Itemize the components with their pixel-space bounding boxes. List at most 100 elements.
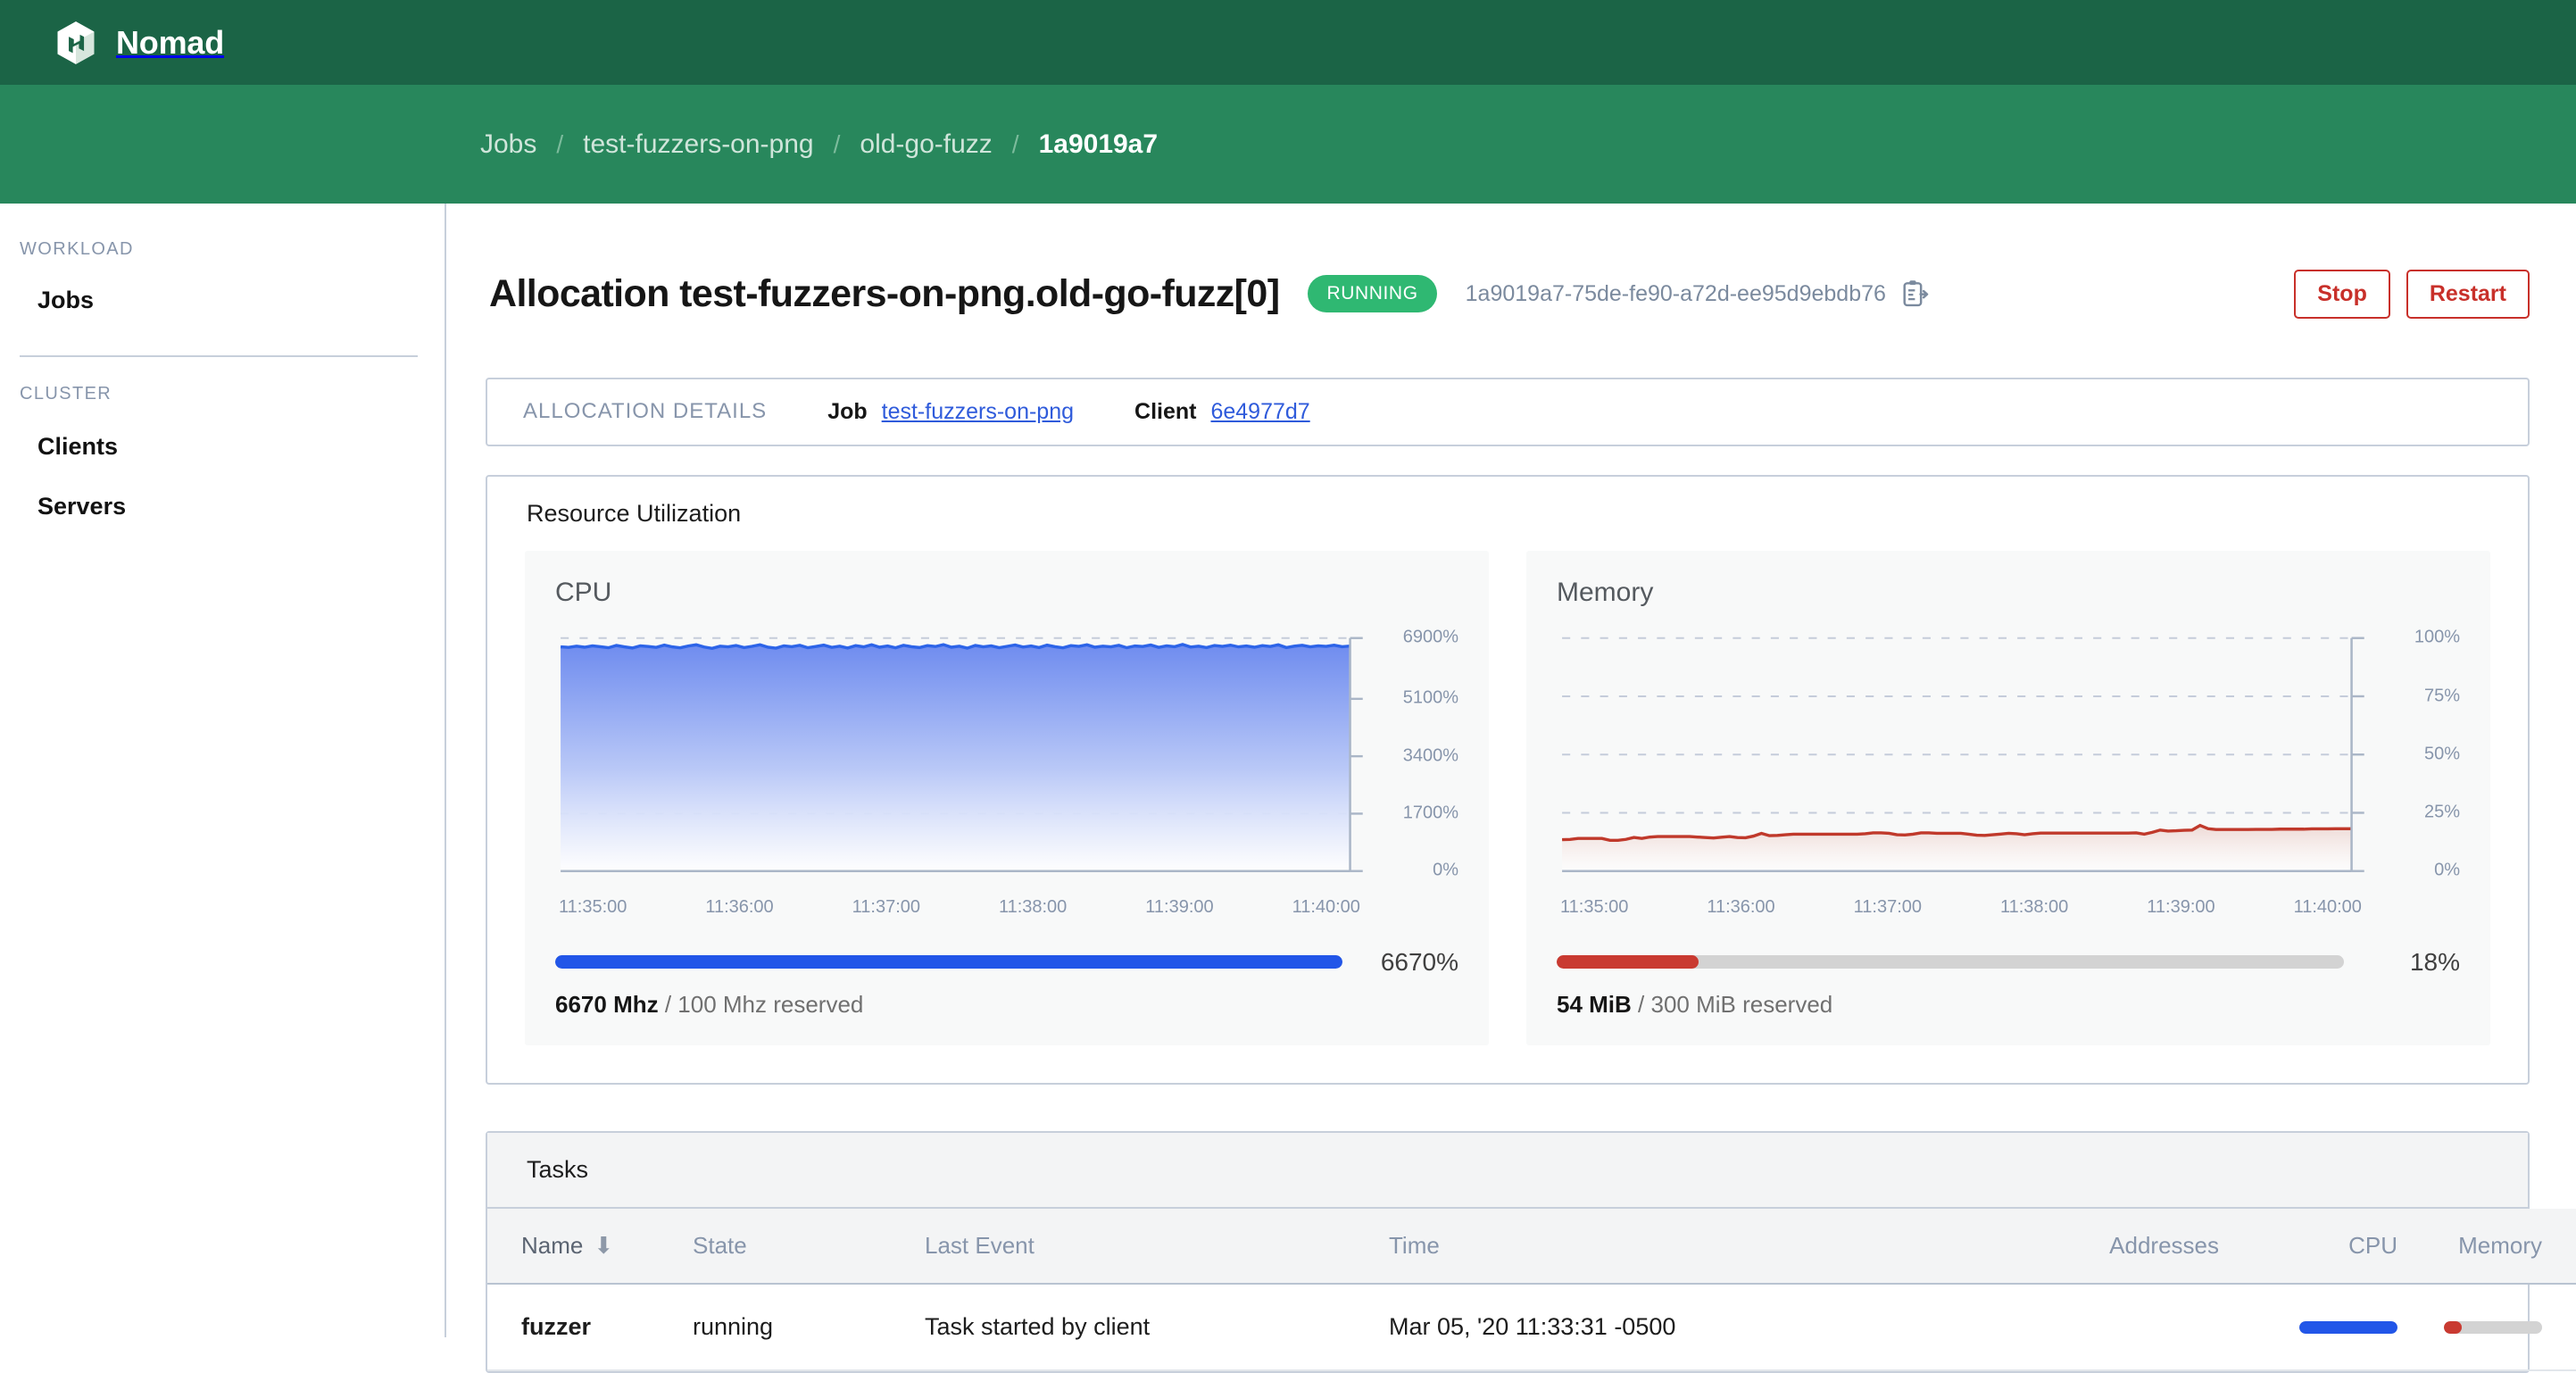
memory-meter-track — [1557, 955, 2344, 969]
sidebar-divider — [20, 355, 418, 357]
cell-task-name: fuzzer — [487, 1283, 693, 1371]
cpu-ytick-label: 5100% — [1402, 687, 1458, 708]
cpu-xtick: 11:39:00 — [1145, 896, 1214, 917]
breadcrumb-item-jobs[interactable]: Jobs — [480, 129, 536, 160]
memory-ytick-label: 50% — [2423, 744, 2460, 764]
cpu-area-fill — [561, 644, 1350, 871]
allocation-details-strip: ALLOCATION DETAILS Job test-fuzzers-on-p… — [486, 377, 2530, 446]
table-row[interactable]: fuzzer running Task started by client Ma… — [487, 1283, 2576, 1371]
copy-to-clipboard-icon[interactable] — [1902, 279, 1929, 308]
cpu-xtick: 11:40:00 — [1292, 896, 1360, 917]
cpu-mini-bar-track — [2299, 1321, 2397, 1335]
status-badge: RUNNING — [1308, 275, 1437, 313]
main-content: Allocation test-fuzzers-on-png.old-go-fu… — [446, 204, 2576, 1373]
cell-addresses — [1924, 1283, 2219, 1371]
cell-task-state: running — [693, 1283, 925, 1371]
tasks-table-body: fuzzer running Task started by client Ma… — [487, 1283, 2576, 1371]
tasks-header-row: Name ⬇ State Last Event Time Addresses CP… — [487, 1208, 2576, 1285]
memory-caption: 54 MiB / 300 MiB reserved — [1557, 991, 2460, 1019]
memory-used-value: 54 MiB — [1557, 990, 1632, 1018]
detail-client-label: Client — [1134, 398, 1197, 424]
sidebar-item-clients[interactable]: Clients — [0, 424, 445, 470]
cpu-xaxis-labels: 11:35:00 11:36:00 11:37:00 11:38:00 11:3… — [555, 897, 1458, 918]
memory-percent-label: 18% — [2409, 947, 2460, 976]
allocation-details-label: ALLOCATION DETAILS — [523, 399, 768, 424]
memory-meter-fill — [1557, 955, 1699, 969]
cpu-meter: 6670% — [555, 948, 1458, 977]
memory-xaxis-labels: 11:35:00 11:36:00 11:37:00 11:38:00 11:3… — [1557, 897, 2460, 918]
brand-home-link[interactable]: Nomad — [55, 21, 224, 65]
cpu-area-chart — [560, 637, 1363, 872]
breadcrumb-item-allocation: 1a9019a7 — [1038, 129, 1159, 159]
resource-utilization-title: Resource Utilization — [527, 499, 742, 527]
resource-utilization-card: Resource Utilization CPU 0% 1700% 3400% … — [486, 474, 2530, 1085]
memory-xtick: 11:39:00 — [2147, 896, 2215, 917]
detail-job-label: Job — [827, 398, 868, 424]
restart-button[interactable]: Restart — [2406, 269, 2530, 319]
cell-last-event: Task started by client — [925, 1283, 1389, 1371]
charts-row: CPU 0% 1700% 3400% 5100% 6900% 11:35:00 … — [487, 550, 2528, 1083]
detail-job: Job test-fuzzers-on-png — [827, 399, 1074, 425]
memory-xtick: 11:35:00 — [1560, 896, 1629, 917]
memory-meter: 18% — [1557, 948, 2460, 977]
sidebar-item-servers[interactable]: Servers — [0, 484, 445, 529]
cpu-percent-label: 6670% — [1380, 947, 1458, 976]
memory-mini-bar-track — [2444, 1321, 2542, 1335]
cell-memory — [2397, 1283, 2576, 1371]
breadcrumb-item-taskgroup[interactable]: old-go-fuzz — [860, 129, 992, 160]
cpu-xtick: 11:37:00 — [852, 896, 920, 917]
memory-xtick: 11:37:00 — [1853, 896, 1922, 917]
cpu-chart-plot[interactable]: 0% 1700% 3400% 5100% 6900% — [555, 627, 1458, 890]
sidebar-section-title-cluster: CLUSTER — [20, 384, 112, 404]
breadcrumb-separator: / — [1011, 129, 1019, 158]
tasks-card: Tasks Name ⬇ State Last Event Time Addres… — [486, 1130, 2576, 1373]
allocation-id: 1a9019a7-75de-fe90-a72d-ee95d9ebdb76 — [1465, 280, 1886, 306]
column-header-state[interactable]: State — [693, 1208, 925, 1285]
memory-chart-panel: Memory 0% 25% 50% 75% 100% 11:35:00 11:3… — [1526, 550, 2490, 1045]
tasks-table: Name ⬇ State Last Event Time Addresses CP… — [487, 1208, 2576, 1371]
column-header-time[interactable]: Time — [1389, 1208, 1924, 1285]
detail-client: Client 6e4977d7 — [1134, 399, 1310, 425]
breadcrumb-bar: Jobs / test-fuzzers-on-png / old-go-fuzz… — [0, 85, 2576, 204]
sidebar-section-workload: WORKLOAD Jobs — [0, 239, 445, 323]
cpu-reserved-value: / 100 Mhz reserved — [658, 990, 864, 1018]
cpu-xtick: 11:38:00 — [998, 896, 1068, 917]
cpu-chart-panel: CPU 0% 1700% 3400% 5100% 6900% 11:35:00 … — [525, 550, 1489, 1045]
cpu-ytick-label: 1700% — [1402, 803, 1458, 823]
cpu-caption: 6670 Mhz / 100 Mhz reserved — [555, 991, 1458, 1019]
memory-gridlines — [1562, 637, 2352, 814]
column-header-name[interactable]: Name ⬇ — [487, 1208, 693, 1285]
tasks-table-head: Name ⬇ State Last Event Time Addresses CP… — [487, 1208, 2576, 1285]
memory-chart-plot[interactable]: 0% 25% 50% 75% 100% — [1557, 628, 2460, 890]
column-header-name-label: Name — [521, 1231, 584, 1259]
sidebar: WORKLOAD Jobs CLUSTER Clients Servers — [0, 204, 446, 1337]
cpu-xtick: 11:35:00 — [559, 896, 627, 917]
column-header-cpu[interactable]: CPU — [2219, 1208, 2397, 1285]
cpu-used-value: 6670 Mhz — [555, 990, 659, 1018]
column-header-addresses[interactable]: Addresses — [1924, 1208, 2219, 1285]
memory-ytick-label: 75% — [2423, 686, 2460, 706]
nomad-cube-logo-icon — [57, 21, 95, 64]
cell-time: Mar 05, '20 11:33:31 -0500 — [1389, 1283, 1924, 1371]
memory-ytick-label: 0% — [2434, 860, 2460, 880]
memory-area-chart — [1562, 637, 2364, 872]
stop-button[interactable]: Stop — [2294, 269, 2390, 319]
tasks-title: Tasks — [487, 1132, 2528, 1209]
cpu-xtick: 11:36:00 — [705, 896, 774, 917]
cpu-meter-track — [555, 955, 1342, 969]
memory-xtick: 11:40:00 — [2293, 896, 2362, 917]
detail-client-link[interactable]: 6e4977d7 — [1210, 399, 1309, 425]
memory-ytick-labels — [2351, 637, 2364, 872]
arrow-down-icon: ⬇ — [594, 1231, 614, 1259]
column-header-last-event[interactable]: Last Event — [925, 1208, 1389, 1285]
memory-reserved-value: / 300 MiB reserved — [1631, 990, 1833, 1018]
cpu-ytick-label: 0% — [1433, 860, 1458, 880]
sidebar-item-jobs[interactable]: Jobs — [0, 278, 445, 323]
cpu-ytick-label: 6900% — [1402, 627, 1458, 647]
breadcrumb-item-job[interactable]: test-fuzzers-on-png — [583, 129, 813, 160]
detail-job-link[interactable]: test-fuzzers-on-png — [882, 399, 1074, 425]
column-header-memory[interactable]: Memory — [2397, 1208, 2576, 1285]
sidebar-section-title-workload: WORKLOAD — [20, 239, 134, 259]
cpu-mini-bar-fill — [2299, 1321, 2397, 1335]
page-title: Allocation test-fuzzers-on-png.old-go-fu… — [489, 271, 1280, 315]
